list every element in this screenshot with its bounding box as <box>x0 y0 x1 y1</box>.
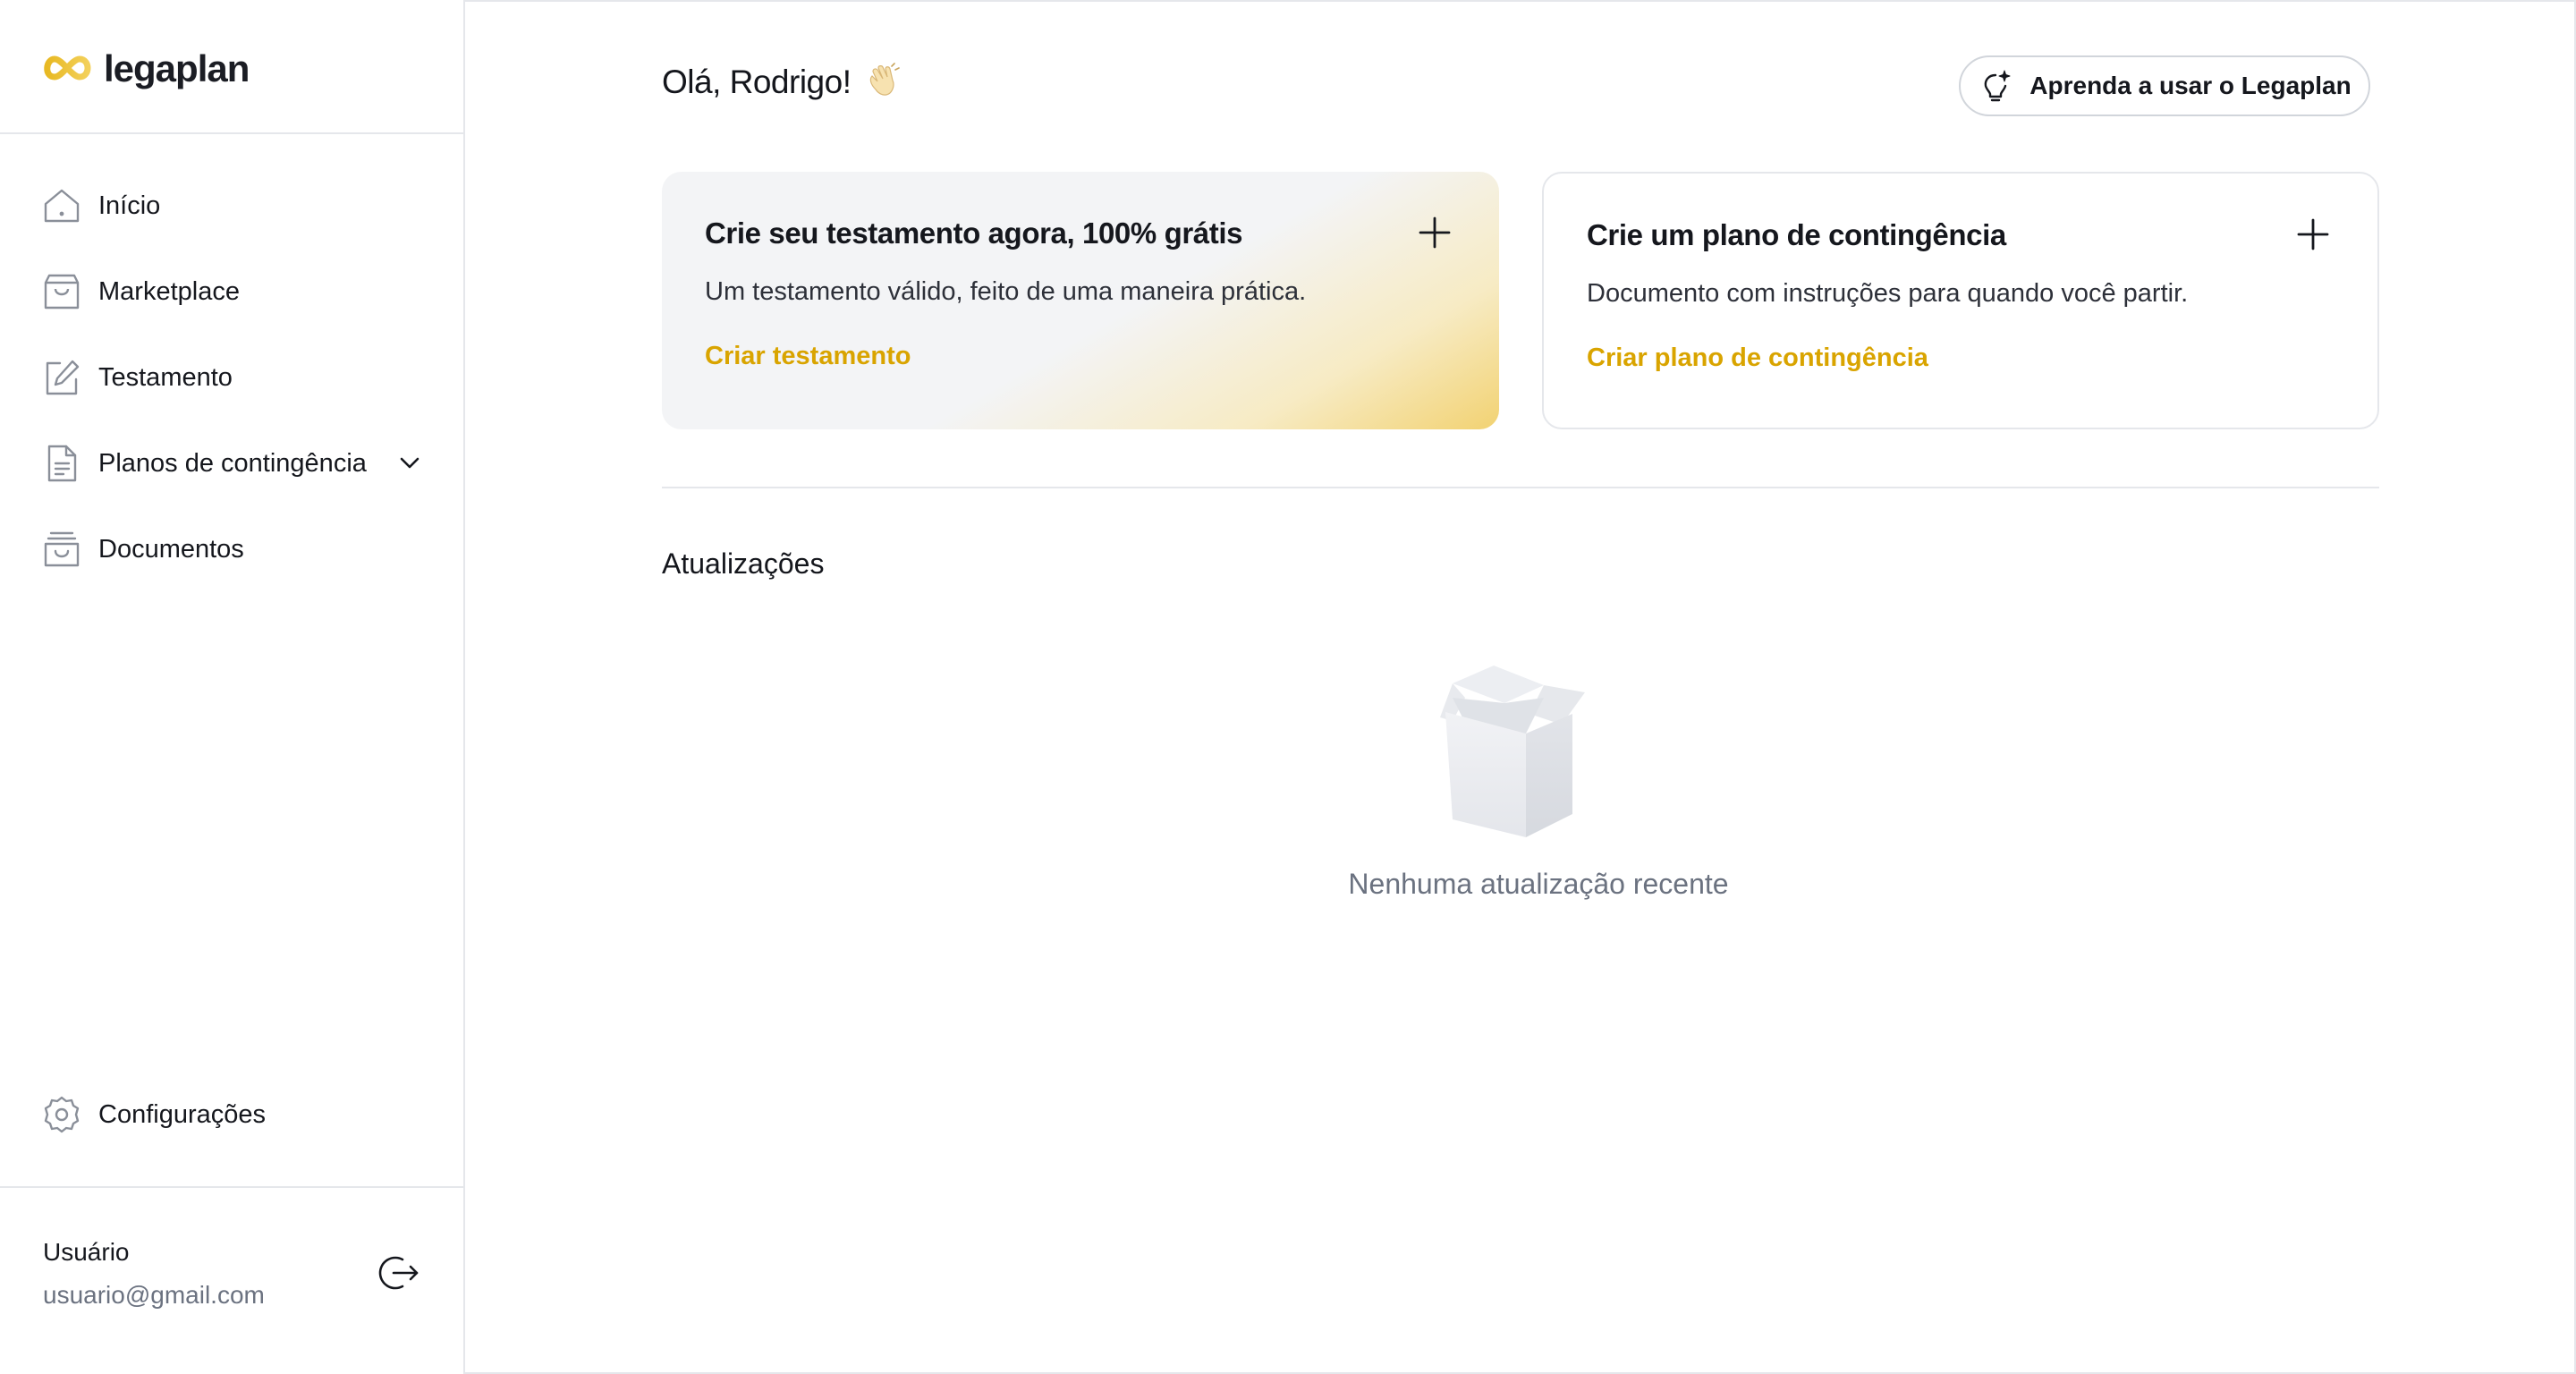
create-contingency-plan-card[interactable]: Crie um plano de contingência Documento … <box>1542 172 2379 429</box>
empty-box-icon <box>1440 666 1585 837</box>
sidebar-item-label: Marketplace <box>98 277 240 306</box>
section-divider <box>662 487 2379 488</box>
gear-icon <box>41 1094 82 1135</box>
sidebar-item-label: Início <box>98 191 161 220</box>
card-title: Crie um plano de contingência <box>1587 218 2006 251</box>
card-description: Um testamento válido, feito de uma manei… <box>705 277 1307 306</box>
plus-icon[interactable] <box>2293 215 2333 254</box>
sidebar-item-documentos[interactable]: Documentos <box>41 522 426 576</box>
create-will-link[interactable]: Criar testamento <box>705 342 911 371</box>
page-title: Olá, Rodrigo! <box>662 63 901 101</box>
logo-infinity-icon <box>44 55 91 81</box>
home-icon <box>41 185 82 226</box>
sidebar-item-label: Documentos <box>98 535 244 564</box>
sidebar-item-planos-de-contingencia[interactable]: Planos de contingência <box>41 437 426 490</box>
sidebar-item-label: Configurações <box>98 1100 266 1129</box>
sidebar-item-label: Testamento <box>98 363 233 392</box>
sidebar-item-marketplace[interactable]: Marketplace <box>41 265 426 318</box>
plus-icon[interactable] <box>1415 213 1454 252</box>
chevron-down-icon[interactable] <box>394 447 426 479</box>
logo-text: legaplan <box>104 47 250 89</box>
brand-header: legaplan <box>0 0 463 134</box>
user-name: Usuário <box>43 1238 130 1266</box>
updates-title: Atualizações <box>662 547 825 580</box>
create-will-card[interactable]: Crie seu testamento agora, 100% grátis U… <box>662 172 1499 429</box>
logout-icon[interactable] <box>376 1251 420 1295</box>
sidebar: legaplan Início Marketplace Testamento P… <box>0 0 465 1374</box>
greeting-text: Olá, Rodrigo! <box>662 64 852 100</box>
archive-icon <box>41 529 82 570</box>
sidebar-item-configuracoes[interactable]: Configurações <box>41 1088 426 1141</box>
learn-button-label: Aprenda a usar o Legaplan <box>2029 72 2351 99</box>
edit-icon <box>41 357 82 398</box>
shopping-bag-icon <box>41 271 82 312</box>
sidebar-item-label: Planos de contingência <box>98 449 367 478</box>
document-icon <box>41 443 82 484</box>
sidebar-item-testamento[interactable]: Testamento <box>41 351 426 404</box>
sidebar-item-inicio[interactable]: Início <box>41 179 426 233</box>
learn-legaplan-button[interactable]: Aprenda a usar o Legaplan <box>1959 55 2370 116</box>
waving-hand-icon <box>870 63 901 96</box>
empty-state-text: Nenhuma atualização recente <box>1348 868 1729 900</box>
lightbulb-icon <box>1984 70 2011 102</box>
card-description: Documento com instruções para quando voc… <box>1587 279 2189 308</box>
main-content: Olá, Rodrigo! Aprenda a usar o Legaplan … <box>465 0 2576 1374</box>
user-panel: Usuário usuario@gmail.com <box>0 1186 463 1372</box>
create-contingency-plan-link[interactable]: Criar plano de contingência <box>1587 344 1928 373</box>
user-email: usuario@gmail.com <box>43 1281 265 1309</box>
card-title: Crie seu testamento agora, 100% grátis <box>705 216 1243 250</box>
